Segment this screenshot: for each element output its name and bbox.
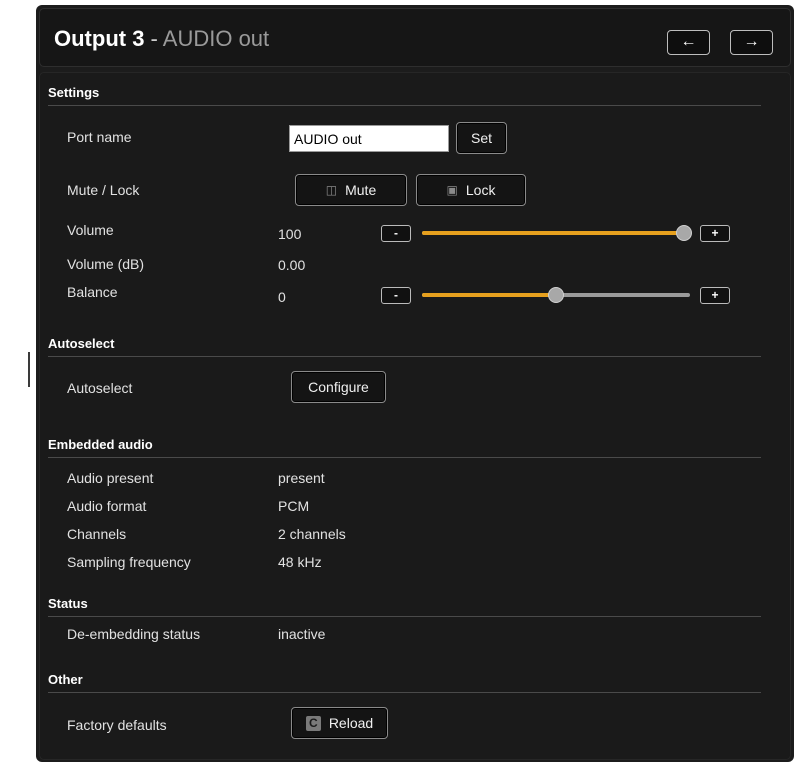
mute-lock-label: Mute / Lock xyxy=(67,182,140,198)
next-port-button[interactable]: → xyxy=(730,30,773,55)
de-embedding-status-value: inactive xyxy=(278,626,326,642)
factory-defaults-label: Factory defaults xyxy=(67,717,167,733)
section-status: Status xyxy=(48,596,761,617)
port-name-label: Port name xyxy=(67,129,132,145)
balance-value: 0 xyxy=(278,289,286,305)
balance-label: Balance xyxy=(67,284,118,300)
section-other: Other xyxy=(48,672,761,693)
channels-label: Channels xyxy=(67,526,127,542)
section-autoselect: Autoselect xyxy=(48,336,761,357)
audio-format-value: PCM xyxy=(278,498,310,514)
volume-value: 100 xyxy=(278,226,302,242)
panel-header: Output 3 - AUDIO out ← → xyxy=(39,8,791,67)
port-name-input[interactable] xyxy=(289,125,449,152)
configure-button-label: Configure xyxy=(308,379,369,395)
title-separator: - xyxy=(144,26,163,51)
lock-icon: ▣ xyxy=(446,183,458,197)
balance-increase-button[interactable]: + xyxy=(700,287,730,304)
audio-present-label: Audio present xyxy=(67,470,154,486)
settings-content: Settings Port name Set Mute / Lock ◫ Mut… xyxy=(39,72,791,760)
arrow-left-icon: ← xyxy=(680,33,697,50)
audio-present-value: present xyxy=(278,470,325,486)
page-title: Output 3 - AUDIO out xyxy=(54,26,269,52)
section-settings: Settings xyxy=(48,85,761,106)
de-embedding-status-label: De-embedding status xyxy=(67,626,201,642)
autoselect-label: Autoselect xyxy=(67,380,133,396)
lock-button[interactable]: ▣ Lock xyxy=(416,174,526,206)
reload-button-label: Reload xyxy=(328,715,374,731)
title-port: Output 3 xyxy=(54,26,145,51)
reload-button[interactable]: C Reload xyxy=(291,707,388,739)
volume-increase-button[interactable]: + xyxy=(700,225,730,242)
audio-format-label: Audio format xyxy=(67,498,147,514)
reload-icon: C xyxy=(305,715,321,731)
sampling-frequency-value: 48 kHz xyxy=(278,554,322,570)
volume-label: Volume xyxy=(67,222,114,238)
side-divider xyxy=(28,352,30,387)
speaker-muted-icon: ◫ xyxy=(325,183,338,197)
sampling-frequency-label: Sampling frequency xyxy=(67,554,191,570)
volume-db-value: 0.00 xyxy=(278,257,306,273)
mute-button-label: Mute xyxy=(345,182,377,198)
set-button[interactable]: Set xyxy=(456,122,507,154)
balance-slider-handle[interactable] xyxy=(548,287,564,303)
configure-button[interactable]: Configure xyxy=(291,371,386,403)
output-panel: Output 3 - AUDIO out ← → Settings Port n… xyxy=(36,5,794,762)
volume-slider-handle[interactable] xyxy=(676,225,692,241)
balance-slider-fill xyxy=(422,293,556,297)
balance-decrease-button[interactable]: - xyxy=(381,287,411,304)
volume-decrease-button[interactable]: - xyxy=(381,225,411,242)
channels-value: 2 channels xyxy=(278,526,346,542)
arrow-right-icon: → xyxy=(743,33,760,50)
previous-port-button[interactable]: ← xyxy=(667,30,710,55)
set-button-label: Set xyxy=(470,130,492,146)
title-port-name: AUDIO out xyxy=(162,26,270,51)
mute-button[interactable]: ◫ Mute xyxy=(295,174,407,206)
section-embedded-audio: Embedded audio xyxy=(48,437,761,458)
lock-button-label: Lock xyxy=(465,182,496,198)
volume-slider-fill xyxy=(422,231,684,235)
volume-db-label: Volume (dB) xyxy=(67,256,145,272)
